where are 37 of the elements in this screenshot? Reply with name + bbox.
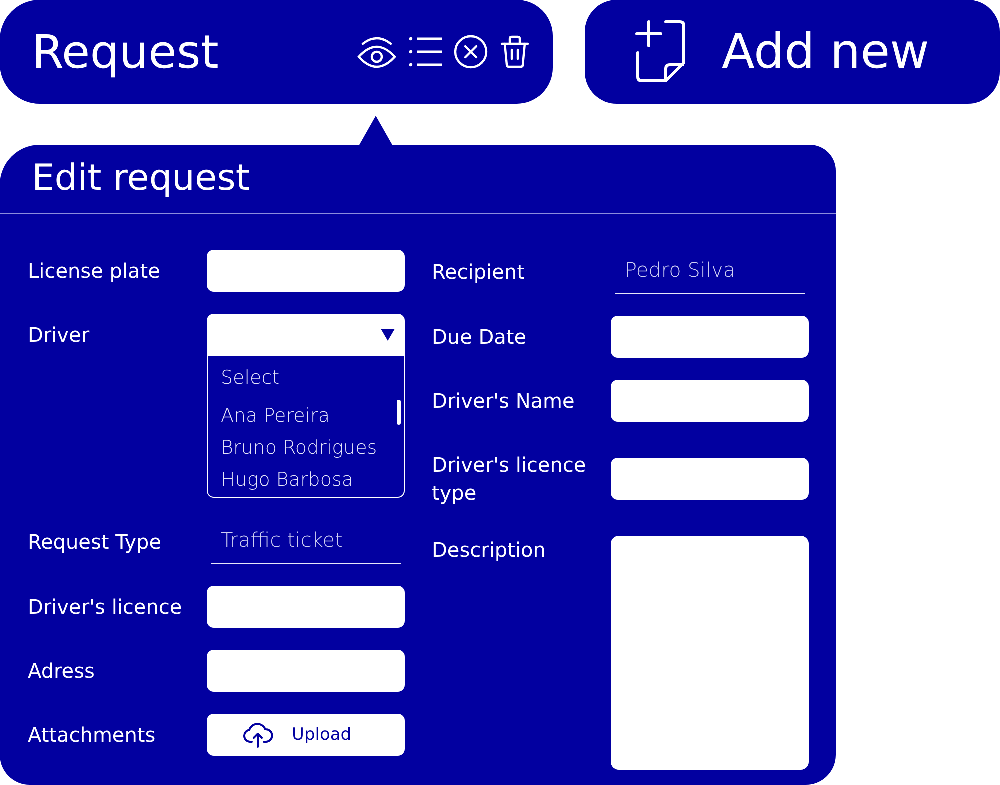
field-label: License plate <box>28 258 162 285</box>
cloud-upload-icon <box>243 721 274 749</box>
trash-icon[interactable] <box>500 35 530 69</box>
panel-title: Edit request <box>32 157 250 201</box>
text-area[interactable] <box>611 536 809 770</box>
add-new-button[interactable]: Add new <box>585 0 1000 104</box>
input-field[interactable]: Pedro Silva <box>615 250 805 294</box>
dropdown-option[interactable]: Ana Pereira <box>208 400 404 432</box>
field-label: Description <box>432 537 547 564</box>
close-icon[interactable] <box>454 35 488 69</box>
field-label: Driver <box>28 322 91 349</box>
list-icon[interactable] <box>409 35 442 69</box>
upload-button[interactable]: Upload <box>207 714 405 756</box>
dropdown-option[interactable]: Select <box>208 362 404 394</box>
field-label: Due Date <box>432 324 528 351</box>
select-field[interactable] <box>207 314 405 356</box>
caret-icon <box>381 329 395 341</box>
field-label: Driver's licence type <box>432 452 588 507</box>
field-label: Request Type <box>28 529 163 556</box>
field-label: Driver's Name <box>432 388 576 415</box>
field-label: Driver's licence <box>28 594 184 621</box>
input-field[interactable] <box>207 650 405 692</box>
input-field[interactable]: Traffic ticket <box>211 520 401 564</box>
input-field[interactable] <box>611 316 809 358</box>
input-field[interactable] <box>207 250 405 292</box>
input-field[interactable] <box>611 458 809 500</box>
field-label: Adress <box>28 658 96 685</box>
field-label: Attachments <box>28 722 157 749</box>
field-label: Recipient <box>432 259 526 286</box>
dropdown-option[interactable]: Hugo Barbosa <box>208 464 404 496</box>
request-title: Request <box>32 24 219 80</box>
dropdown-option[interactable]: Bruno Rodrigues <box>208 432 404 464</box>
input-field[interactable] <box>611 380 809 422</box>
add-document-icon <box>635 19 687 85</box>
scrollbar-thumb[interactable] <box>397 400 401 425</box>
input-field[interactable] <box>207 586 405 628</box>
eye-icon[interactable] <box>357 35 397 69</box>
